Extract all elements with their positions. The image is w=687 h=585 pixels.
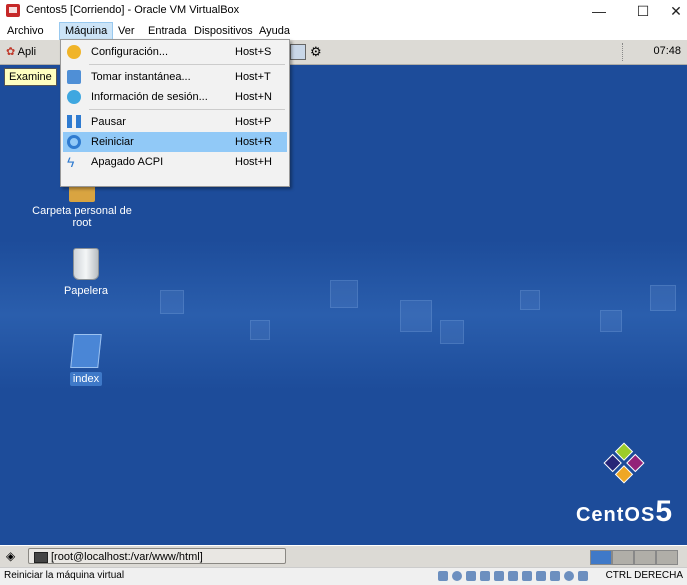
menu-item-shortcut: Host+R xyxy=(235,136,272,148)
guest-applications-menu[interactable]: ✿ Apli xyxy=(6,45,36,58)
virtualbox-app-icon xyxy=(6,4,20,17)
menu-item-tomar-instantanea[interactable]: Tomar instantánea... Host+T xyxy=(63,67,287,87)
menu-item-label: Apagado ACPI xyxy=(91,156,164,168)
gear-icon xyxy=(67,45,81,59)
hard-disk-icon[interactable] xyxy=(438,571,448,581)
desktop-icon-home[interactable]: Carpeta personal de root xyxy=(22,184,142,230)
menu-maquina[interactable]: Máquina xyxy=(59,22,114,40)
reset-icon xyxy=(67,135,81,149)
background-square xyxy=(330,280,358,308)
optical-drive-icon[interactable] xyxy=(452,571,462,581)
taskbar-window-label: [root@localhost:/var/www/html] xyxy=(51,551,203,563)
menu-ver[interactable]: Ver xyxy=(113,22,140,40)
document-icon xyxy=(70,334,102,368)
desktop-icon-trash[interactable]: Papelera xyxy=(46,248,126,298)
shared-folders-icon[interactable] xyxy=(508,571,518,581)
workspace-2[interactable] xyxy=(612,550,634,565)
centos-logo-number: 5 xyxy=(655,495,673,528)
info-icon xyxy=(67,90,81,104)
menu-item-shortcut: Host+N xyxy=(235,91,272,103)
menu-dispositivos[interactable]: Dispositivos xyxy=(189,22,258,40)
centos-logo: CentOS5 xyxy=(576,437,673,529)
window-titlebar: Centos5 [Corriendo] - Oracle VM VirtualB… xyxy=(0,0,687,22)
taskbar-window-button[interactable]: [root@localhost:/var/www/html] xyxy=(28,548,286,564)
centos-logo-text: CentOS xyxy=(575,504,656,526)
menu-item-configuracion[interactable]: Configuración... Host+S xyxy=(63,42,287,62)
workspace-3[interactable] xyxy=(634,550,656,565)
close-button[interactable]: ✕ xyxy=(665,0,687,22)
workspace-4[interactable] xyxy=(656,550,678,565)
audio-icon[interactable] xyxy=(466,571,476,581)
power-icon: ϟ xyxy=(67,154,75,170)
panel-launcher-icon[interactable] xyxy=(290,44,306,60)
background-square xyxy=(400,300,432,332)
menu-item-shortcut: Host+T xyxy=(235,71,271,83)
gnome-foot-icon: ✿ xyxy=(6,46,18,58)
menu-item-label: Configuración... xyxy=(91,46,169,58)
background-square xyxy=(250,320,270,340)
menu-item-label: Pausar xyxy=(91,116,126,128)
usb-icon[interactable] xyxy=(494,571,504,581)
menu-item-shortcut: Host+H xyxy=(235,156,272,168)
menu-item-label: Tomar instantánea... xyxy=(91,71,191,83)
guest-clock[interactable]: 07:48 xyxy=(653,45,681,57)
menu-archivo[interactable]: Archivo xyxy=(2,22,49,40)
desktop-icon-index[interactable]: index xyxy=(56,334,116,386)
minimize-button[interactable]: — xyxy=(577,0,621,22)
menu-separator xyxy=(89,64,285,65)
desktop-icon-label: Papelera xyxy=(63,285,109,297)
background-square xyxy=(520,290,540,310)
machine-menu: Configuración... Host+S Tomar instantáne… xyxy=(60,39,290,187)
menu-item-pausar[interactable]: Pausar Host+P xyxy=(63,112,287,132)
desktop-icon-label: index xyxy=(69,372,103,386)
menu-item-shortcut: Host+S xyxy=(235,46,272,58)
desktop-icon-label: Carpeta personal de root xyxy=(32,205,132,229)
video-capture-icon[interactable] xyxy=(536,571,546,581)
menu-ayuda[interactable]: Ayuda xyxy=(254,22,295,40)
window-title: Centos5 [Corriendo] - Oracle VM VirtualB… xyxy=(26,4,240,16)
background-square xyxy=(650,285,676,311)
trash-icon xyxy=(73,248,99,280)
keyboard-capture-icon[interactable] xyxy=(578,571,588,581)
menu-separator xyxy=(89,109,285,110)
background-square xyxy=(440,320,464,344)
camera-icon xyxy=(67,70,81,84)
virtualization-icon[interactable] xyxy=(550,571,560,581)
menu-item-label: Información de sesión... xyxy=(91,91,208,103)
panel-separator xyxy=(622,43,625,61)
network-icon[interactable] xyxy=(480,571,490,581)
status-message: Reiniciar la máquina virtual xyxy=(4,570,125,581)
menubar: Archivo Máquina Ver Entrada Dispositivos… xyxy=(0,22,687,40)
workspace-1[interactable] xyxy=(590,550,612,565)
menu-item-reiniciar[interactable]: Reiniciar Host+R xyxy=(63,132,287,152)
terminal-icon xyxy=(34,552,48,563)
menu-item-label: Reiniciar xyxy=(91,136,134,148)
applications-label: Apli xyxy=(17,46,37,58)
maximize-button[interactable]: ☐ xyxy=(621,0,665,22)
background-square xyxy=(600,310,622,332)
background-square xyxy=(160,290,184,314)
menu-item-informacion-sesion[interactable]: Información de sesión... Host+N xyxy=(63,87,287,107)
host-key-label: CTRL DERECHA xyxy=(605,570,683,581)
tooltip: Examine xyxy=(4,68,57,86)
menu-entrada[interactable]: Entrada xyxy=(143,22,192,40)
panel-launcher-icon[interactable]: ⚙ xyxy=(310,44,322,60)
guest-bottom-panel: ◈ [root@localhost:/var/www/html] xyxy=(0,545,687,568)
centos-emblem-icon xyxy=(603,442,645,484)
statusbar: Reiniciar la máquina virtual CTRL DERECH… xyxy=(0,567,687,585)
pause-icon xyxy=(67,115,81,128)
show-desktop-icon[interactable]: ◈ xyxy=(6,549,15,563)
display-icon[interactable] xyxy=(522,571,532,581)
mouse-integration-icon[interactable] xyxy=(564,571,574,581)
menu-item-shortcut: Host+P xyxy=(235,116,272,128)
menu-item-apagado-acpi[interactable]: ϟ Apagado ACPI Host+H xyxy=(63,152,287,172)
